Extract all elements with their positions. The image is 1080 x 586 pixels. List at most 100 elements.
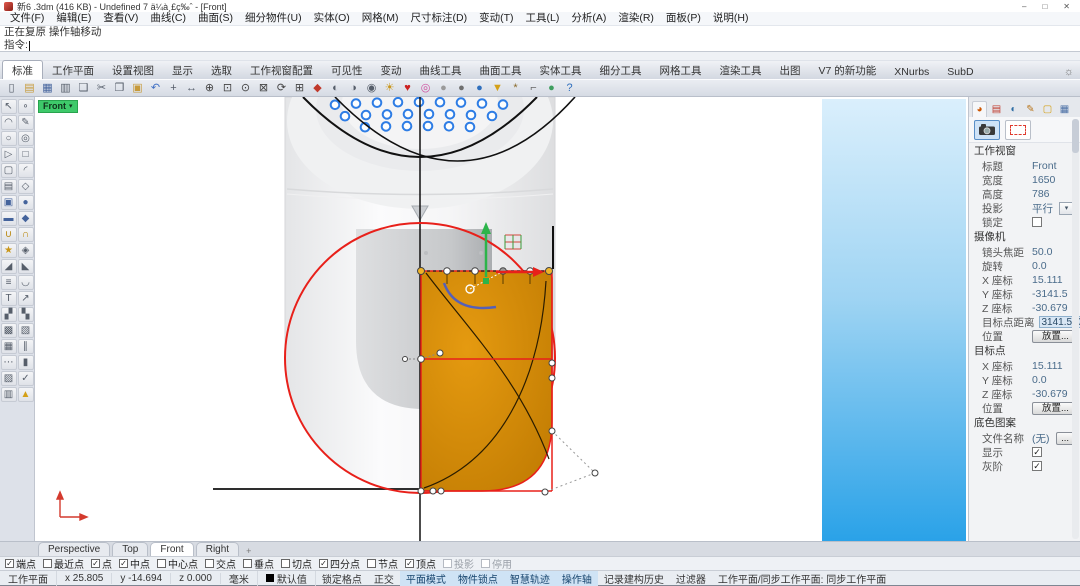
menu-item[interactable]: 网格(M) [356, 12, 405, 25]
zoom-extents-icon[interactable]: ⊠ [255, 80, 272, 96]
status-toggle[interactable]: 记录建构历史 [598, 571, 670, 586]
toolbar-tab[interactable]: 细分工具 [591, 61, 651, 79]
control-point[interactable] [437, 350, 443, 356]
control-point[interactable] [549, 375, 555, 381]
tool-clamp-icon[interactable]: ▮ [18, 355, 34, 370]
tool-torus-icon[interactable]: ◆ [18, 211, 34, 226]
menu-item[interactable]: 文件(F) [4, 12, 50, 25]
tool-fillet-corner-icon[interactable]: ◢ [1, 259, 17, 274]
status-toggle[interactable]: 平面模式 [400, 571, 452, 586]
status-toggle[interactable]: 智慧轨迹 [504, 571, 556, 586]
filter-icon[interactable]: ▼ [489, 80, 506, 96]
lights-icon[interactable]: ☀ [381, 80, 398, 96]
checkbox[interactable]: ✓ [319, 559, 328, 568]
cut-icon[interactable]: ✂ [93, 80, 110, 96]
command-prompt[interactable]: 指令: [0, 39, 1080, 52]
checkbox[interactable]: ✓ [405, 559, 414, 568]
maximize-button[interactable]: □ [1042, 2, 1047, 11]
toolbar-tab[interactable]: 设置视图 [103, 61, 163, 79]
tool-arc-icon[interactable]: ◜ [18, 163, 34, 178]
tool-polygon-icon[interactable]: ▷ [1, 147, 17, 162]
control-point[interactable] [430, 488, 436, 494]
copy-icon[interactable]: ❐ [111, 80, 128, 96]
tool-point-grid-icon[interactable]: ⋯ [1, 355, 17, 370]
hide-objects-icon[interactable]: ◑ [345, 80, 362, 96]
tool-polar-array-icon[interactable]: ▚ [18, 307, 34, 322]
menu-item[interactable]: 面板(P) [660, 12, 707, 25]
osnap-toggle[interactable]: 中心点 [157, 556, 198, 571]
checkbox[interactable] [281, 559, 290, 568]
panel-scrollbar-thumb[interactable] [1072, 119, 1079, 153]
tool-offset-curve-icon[interactable]: ≡ [1, 275, 17, 290]
osnap-toggle[interactable]: 停用 [481, 556, 512, 571]
tool-plane-surface-icon[interactable]: ▤ [1, 179, 17, 194]
close-button[interactable]: ✕ [1063, 2, 1070, 11]
checkbox[interactable] [157, 559, 166, 568]
toolbar-tab[interactable]: 可见性 [322, 61, 372, 79]
osnap-toggle[interactable]: 交点 [205, 556, 236, 571]
cplane-pane[interactable]: 工作平面 [0, 571, 57, 586]
osnap-toggle[interactable]: ✓四分点 [319, 556, 360, 571]
menu-item[interactable]: 尺寸标注(D) [405, 12, 474, 25]
tool-ellipse-icon[interactable]: ◎ [18, 131, 34, 146]
selected-surface[interactable] [421, 271, 552, 491]
osnap-toggle[interactable]: 最近点 [43, 556, 84, 571]
toolbar-tab[interactable]: 变动 [372, 61, 411, 79]
tool-boolean-difference-icon[interactable]: ∩ [18, 227, 34, 242]
tool-cylinder-icon[interactable]: ▬ [1, 211, 17, 226]
osnap-toggle[interactable]: 切点 [281, 556, 312, 571]
tool-blend-curve-icon[interactable]: ◡ [18, 275, 34, 290]
undo-icon[interactable]: ↶ [147, 80, 164, 96]
gumball-z-handle[interactable] [483, 278, 489, 284]
tool-notes-icon[interactable]: ▥ [1, 387, 17, 402]
tool-leader-icon[interactable]: ↗ [18, 291, 34, 306]
render-icon[interactable]: ◎ [417, 80, 434, 96]
control-point[interactable] [418, 356, 425, 363]
viewport-layout-icon[interactable]: ⊞ [291, 80, 308, 96]
selection-filter-icon[interactable]: ♥ [399, 80, 416, 96]
tool-rectangular-array-icon[interactable]: ▞ [1, 307, 17, 322]
control-point[interactable] [418, 268, 425, 275]
toolbar-tab[interactable]: 工作视窗配置 [241, 61, 322, 79]
control-point[interactable] [542, 489, 548, 495]
osnap-toggle[interactable]: ✓端点 [5, 556, 36, 571]
status-toggle[interactable]: 操作轴 [556, 571, 598, 586]
toolbar-tab[interactable]: 选取 [202, 61, 241, 79]
add-viewport-button[interactable]: + [241, 546, 256, 556]
panel-tab-layers-icon[interactable]: ▤ [989, 101, 1004, 117]
new-file-icon[interactable]: ▯ [3, 80, 20, 96]
shaded-preview-icon[interactable]: ● [453, 80, 470, 96]
minimize-button[interactable]: – [1022, 2, 1026, 11]
tool-curve-freeform-icon[interactable]: ◠ [1, 115, 17, 130]
render-preview-icon[interactable]: ● [435, 80, 452, 96]
pan-icon[interactable]: + [165, 80, 182, 96]
menu-item[interactable]: 编辑(E) [50, 12, 97, 25]
control-point[interactable] [472, 268, 479, 275]
osnap-toggle[interactable]: ✓顶点 [405, 556, 436, 571]
panel-tab-display-icon[interactable]: ◐ [1006, 101, 1021, 117]
menu-item[interactable]: 分析(A) [565, 12, 612, 25]
menu-item[interactable]: 实体(O) [308, 12, 356, 25]
tool-boolean-union-icon[interactable]: ∪ [1, 227, 17, 242]
toolbar-tab[interactable]: 曲面工具 [471, 61, 531, 79]
settings-gear-icon[interactable]: ☼ [1064, 65, 1074, 79]
osnap-toggle[interactable]: 投影 [443, 556, 474, 571]
zoom-selected-icon[interactable]: ⊙ [237, 80, 254, 96]
toolbar-tab[interactable]: 显示 [163, 61, 202, 79]
raytrace-icon[interactable]: ● [471, 80, 488, 96]
tool-single-point-icon[interactable]: ∘ [18, 99, 34, 114]
checkbox[interactable]: ✓ [1032, 461, 1042, 471]
tool-edit-tools-icon[interactable]: ▨ [1, 371, 17, 386]
checkbox[interactable] [1032, 217, 1042, 227]
save-icon[interactable]: ▦ [39, 80, 56, 96]
toolbar-tab[interactable]: SubD [938, 64, 982, 79]
viewport-properties-button[interactable] [1005, 120, 1031, 140]
checkbox[interactable]: ✓ [91, 559, 100, 568]
open-file-icon[interactable]: ▤ [21, 80, 38, 96]
checkbox[interactable] [481, 559, 490, 568]
panel-tab-notes-icon[interactable]: ✎ [1023, 101, 1038, 117]
options-icon[interactable]: * [507, 80, 524, 96]
toolbar-tab[interactable]: 出图 [771, 61, 810, 79]
osnap-toggle[interactable]: ✓中点 [119, 556, 150, 571]
control-point[interactable] [444, 268, 451, 275]
